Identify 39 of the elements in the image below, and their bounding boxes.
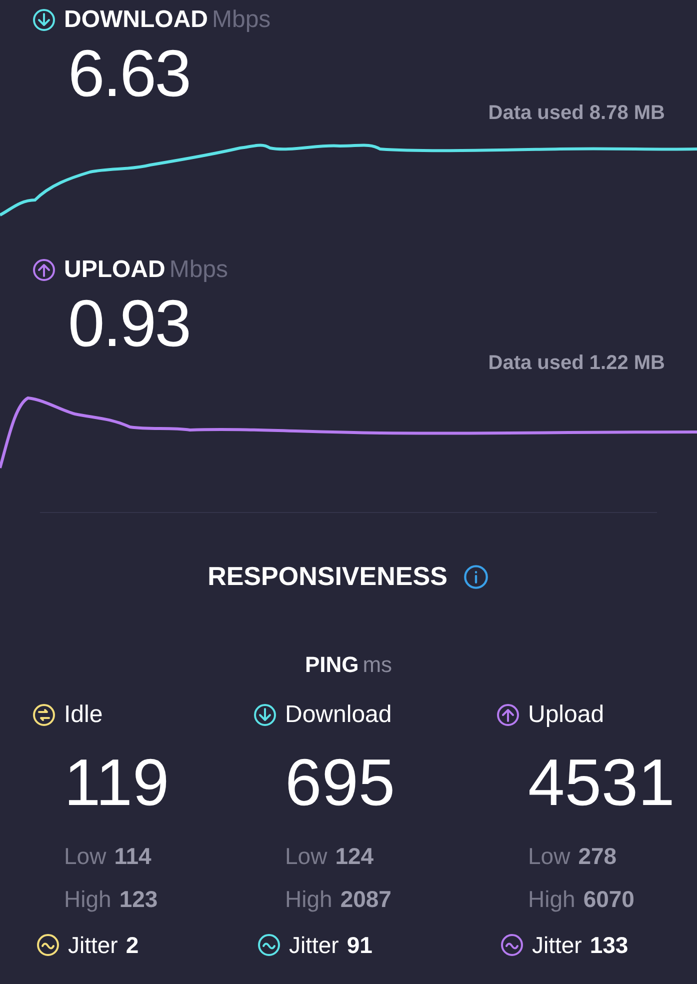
wave-icon (36, 933, 60, 958)
high-value: 6070 (583, 884, 634, 914)
wave-icon (500, 933, 524, 958)
jitter-label: Jitter (289, 931, 339, 960)
data-used-text: Data used 1.22 MB (488, 351, 665, 376)
high-label: High (64, 884, 112, 914)
high-value: 2087 (340, 884, 392, 914)
ping-value: 4531 (527, 749, 676, 815)
low-label: Low (64, 842, 106, 871)
high-value: 123 (119, 884, 158, 914)
ping-value: 119 (63, 749, 170, 815)
jitter-value: 91 (346, 931, 372, 960)
low-value: 278 (578, 842, 617, 871)
section-title: RESPONSIVENESS (208, 560, 448, 593)
ping-type-label: Idle (64, 700, 103, 730)
jitter-value: 2 (126, 931, 139, 960)
speed-value: 0.93 (68, 290, 190, 356)
low-value: 124 (335, 842, 374, 871)
ping-value: 695 (284, 749, 396, 815)
speed-label: UPLOAD (64, 258, 166, 282)
jitter-label: Jitter (532, 931, 582, 960)
ping-label: PING (304, 651, 359, 679)
unit-label: Mbps (212, 8, 271, 32)
info-icon[interactable] (463, 564, 490, 590)
low-label: Low (528, 842, 570, 871)
low-value: 114 (114, 842, 152, 871)
speed-value: 6.63 (68, 40, 190, 106)
unit-label: ms (362, 651, 392, 679)
jitter-value: 133 (590, 931, 628, 960)
unit-label: Mbps (169, 258, 228, 282)
data-used-text: Data used 8.78 MB (488, 101, 665, 126)
wave-icon (257, 933, 281, 958)
ping-type-label: Upload (528, 700, 604, 730)
ping-type-label: Download (285, 700, 392, 730)
speed-label: DOWNLOAD (64, 8, 208, 32)
jitter-label: Jitter (68, 931, 118, 960)
low-label: Low (285, 842, 328, 871)
high-label: High (528, 884, 576, 914)
high-label: High (285, 884, 332, 914)
